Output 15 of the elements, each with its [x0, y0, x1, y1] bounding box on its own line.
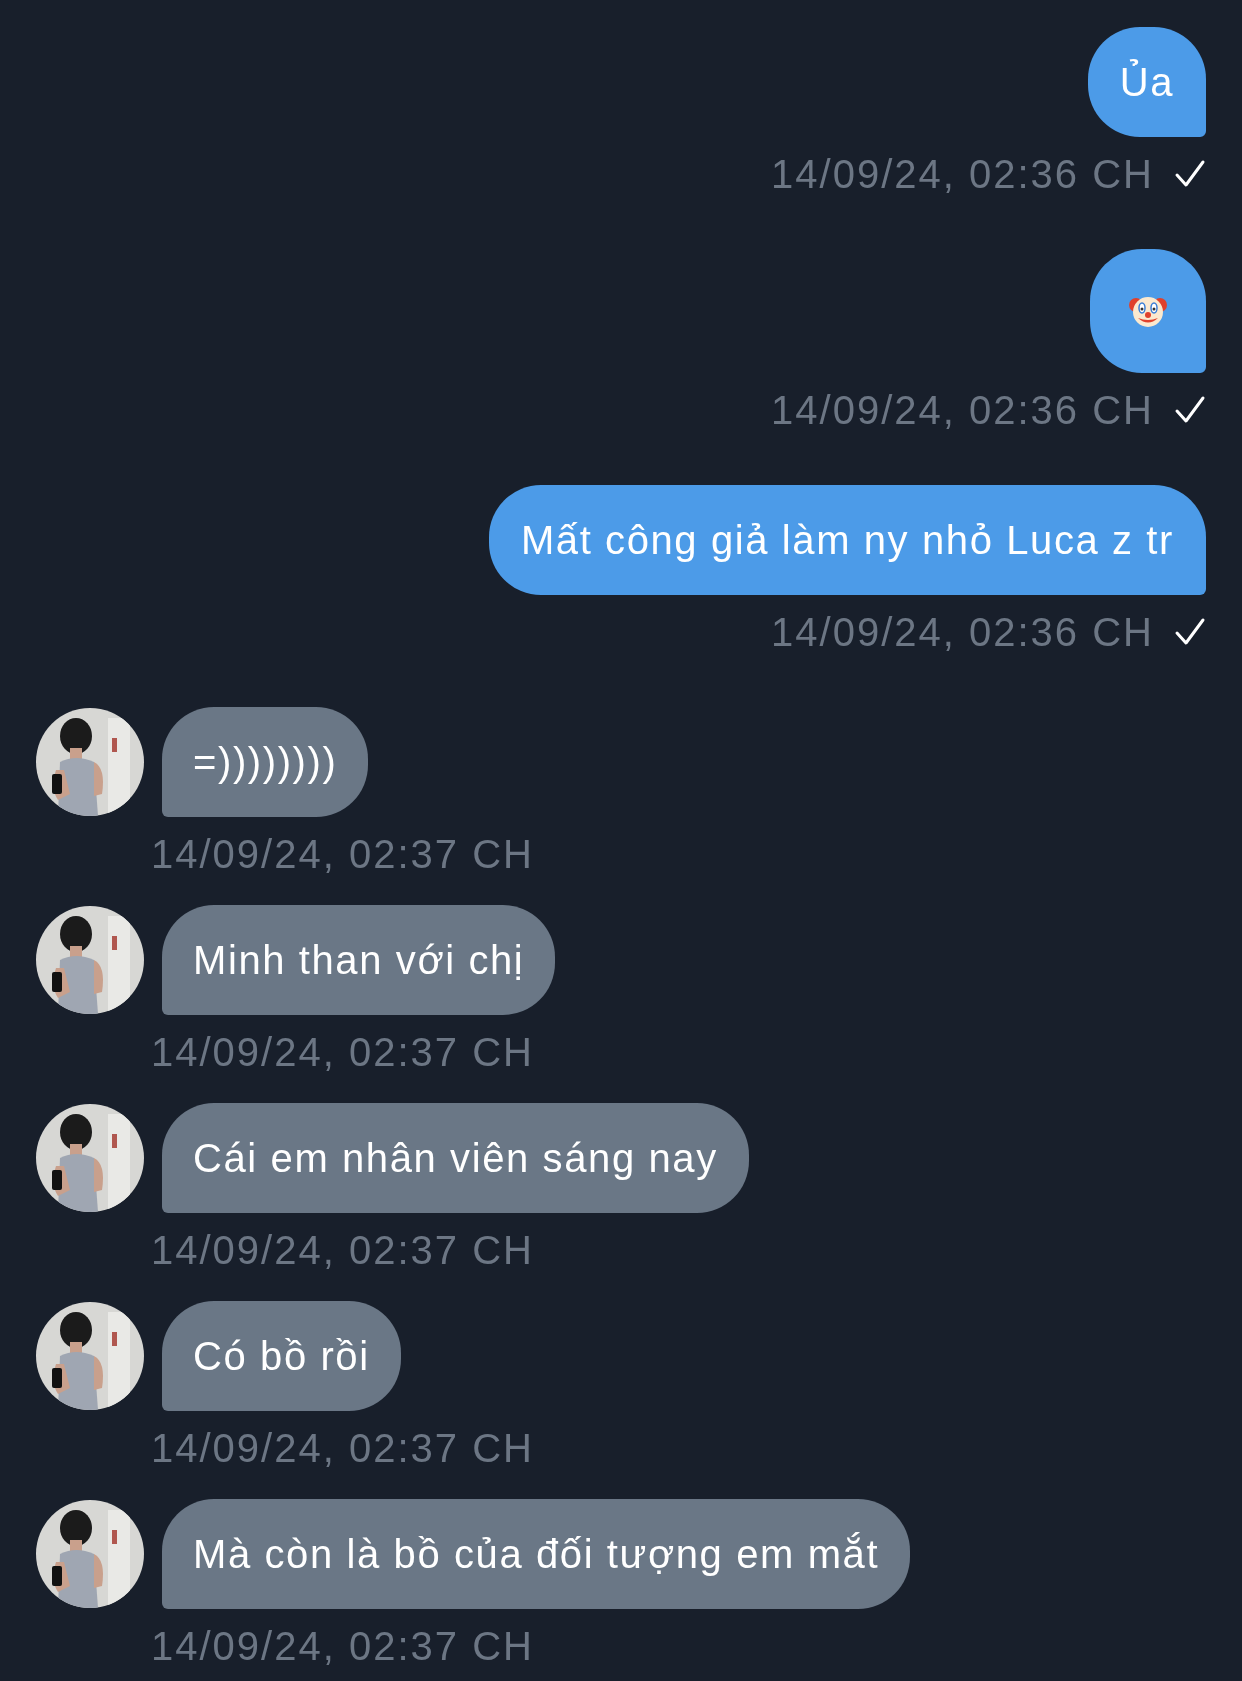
received-message-bubble: =)))))))) — [162, 707, 369, 817]
message-timestamp: 14/09/24, 02:37 CH — [151, 832, 534, 876]
received-message-bubble: Cái em nhân viên sáng nay — [162, 1103, 749, 1213]
message-timestamp: 14/09/24, 02:36 CH — [771, 610, 1154, 654]
received-message-bubble: Mà còn là bồ của đối tượng em mắt — [162, 1499, 911, 1609]
message-timestamp: 14/09/24, 02:37 CH — [151, 1624, 534, 1668]
message-timestamp: 14/09/24, 02:36 CH — [771, 388, 1154, 432]
sent-message-bubble: Mất công giả làm ny nhỏ Luca z tr — [488, 485, 1206, 595]
received-message-bubble: Minh than với chị — [162, 905, 556, 1015]
message-timestamp: 14/09/24, 02:37 CH — [151, 1228, 534, 1272]
message-timestamp: 14/09/24, 02:37 CH — [151, 1030, 534, 1074]
message-timestamp: 14/09/24, 02:36 CH — [771, 152, 1154, 196]
received-message-bubble: Có bồ rồi — [162, 1301, 401, 1411]
message-timestamp: 14/09/24, 02:37 CH — [151, 1426, 534, 1470]
sent-message-bubble: Ủa — [1087, 27, 1206, 137]
